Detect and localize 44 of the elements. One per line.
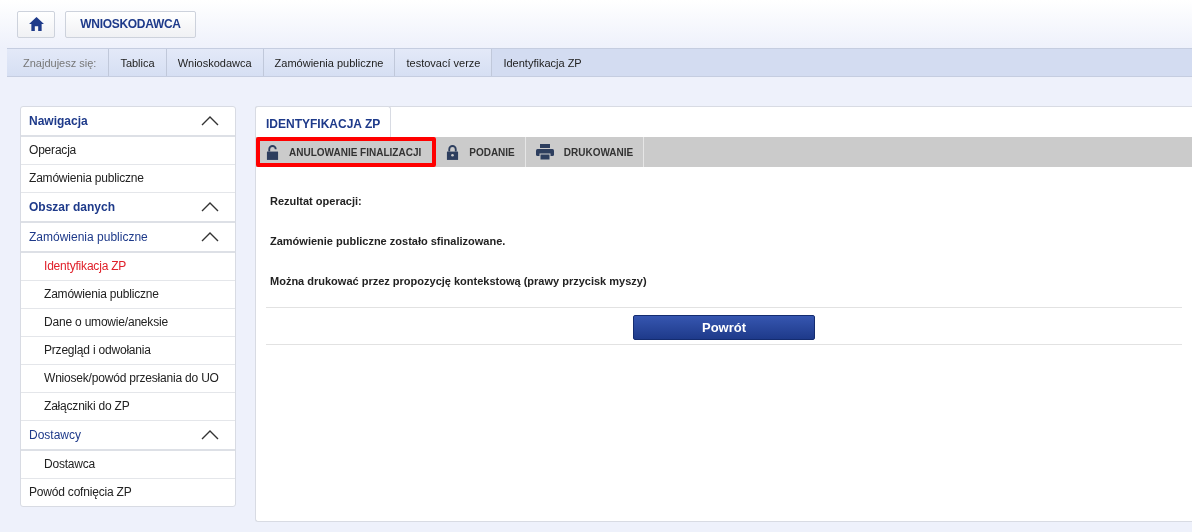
nav-item[interactable]: Identyfikacja ZP: [21, 253, 235, 281]
nav-item[interactable]: Operacja: [21, 137, 235, 165]
toolbar-button[interactable]: DRUKOWANIE: [525, 137, 645, 167]
role-button[interactable]: WNIOSKODAWCA: [65, 10, 196, 38]
chevron-up-icon[interactable]: [201, 202, 219, 212]
open-lock-icon: [266, 144, 279, 160]
toolbar-label: DRUKOWANIE: [563, 146, 634, 158]
toolbar-button[interactable]: PODANIE: [436, 137, 526, 167]
nav-item[interactable]: Przegląd i odwołania: [21, 337, 235, 365]
group-title: Dostawcy: [29, 428, 81, 442]
section-title: Obszar danych: [29, 200, 116, 214]
chevron-up-icon[interactable]: [201, 232, 219, 242]
tab[interactable]: IDENTYFIKACJA ZP: [255, 106, 392, 137]
group-title: Zamówienia publiczne: [29, 230, 148, 244]
back-button[interactable]: Powrót: [633, 315, 815, 340]
nav-item[interactable]: Dane o umowie/aneksie: [21, 309, 235, 337]
breadcrumb-link[interactable]: Wnioskodawca: [166, 49, 264, 76]
toolbar-label: PODANIE: [469, 146, 515, 158]
nav-item[interactable]: Powód cofnięcia ZP: [21, 479, 235, 506]
nav-item[interactable]: Zamówienia publiczne: [21, 281, 235, 309]
toolbar-button[interactable]: ANULOWANIE FINALIZACJI: [256, 137, 437, 167]
message-text: Zamówienie publiczne zostało sfinalizowane.: [270, 235, 507, 247]
home-icon: [28, 17, 44, 31]
nav-item[interactable]: Załączniki do ZP: [21, 393, 235, 421]
section-header[interactable]: Obszar danych: [21, 193, 235, 223]
chevron-up-icon[interactable]: [201, 430, 219, 440]
home-button[interactable]: [17, 10, 55, 38]
lock-icon: [446, 144, 460, 160]
chevron-up-icon[interactable]: [201, 116, 219, 126]
breadcrumb-label: Znajdujesz się:: [7, 49, 110, 76]
breadcrumb-link[interactable]: Zamówienia publiczne: [263, 49, 396, 76]
group-header[interactable]: Zamówienia publiczne: [21, 223, 235, 253]
nav-item[interactable]: Wniosek/powód przesłania do UO: [21, 365, 235, 393]
breadcrumb-link[interactable]: Tablica: [109, 49, 167, 76]
nav-item[interactable]: Zamówienia publiczne: [21, 165, 235, 193]
message-text: Rezultat operacji:: [270, 195, 363, 207]
printer-icon: [535, 144, 554, 160]
section-title: Nawigacja: [29, 114, 88, 128]
section-header[interactable]: Nawigacja: [21, 107, 235, 137]
group-header[interactable]: Dostawcy: [21, 421, 235, 451]
message-text: Można drukować przez propozycję kontekstową (prawy przycisk myszy): [270, 275, 648, 287]
breadcrumb-link[interactable]: Identyfikacja ZP: [492, 49, 1192, 76]
nav-item[interactable]: Dostawca: [21, 451, 235, 479]
toolbar-label: ANULOWANIE FINALIZACJI: [289, 146, 422, 158]
